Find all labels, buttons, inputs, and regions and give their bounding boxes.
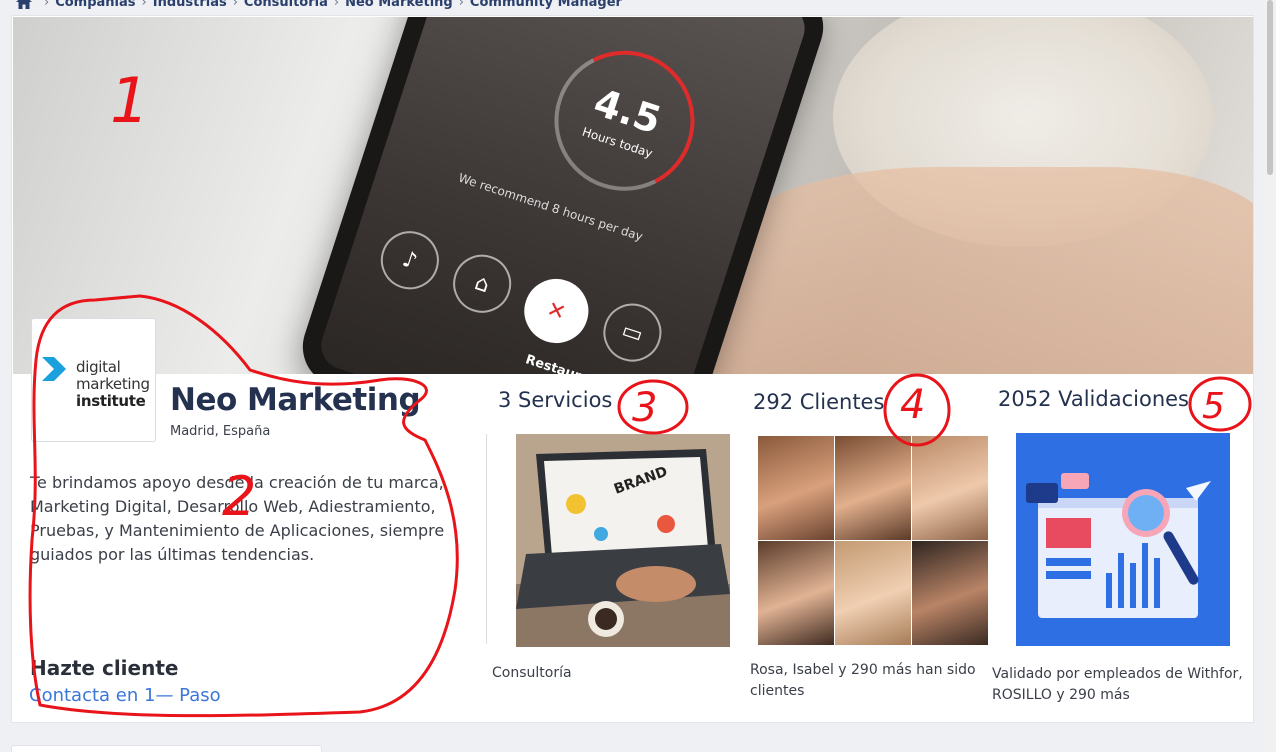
company-location: Madrid, España (170, 424, 271, 439)
breadcrumb-label[interactable]: Neo Marketing (345, 0, 453, 10)
tv-icon: ▭ (595, 296, 669, 370)
cover-hand (713, 167, 1253, 374)
phone-app-icons: ♪ ⌂ ✕ ▭ (371, 223, 669, 374)
company-description: Te brindamos apoyo desde la creación de … (30, 473, 445, 564)
laptop-illustration: BRAND (516, 434, 730, 647)
cta-title: Hazte cliente (30, 656, 179, 680)
validations-image[interactable] (1016, 433, 1230, 646)
company-logo: digital marketing institute (31, 318, 156, 442)
client-photo (758, 541, 834, 645)
logo-line-3: institute (76, 392, 146, 410)
cover-image: 4.5 Hours today We recommend 8 hours per… (13, 17, 1253, 374)
breadcrumb-item-consultoria[interactable]: › Consultoría (227, 0, 328, 10)
divider (486, 434, 487, 644)
analytics-illustration (1016, 433, 1230, 646)
chevron-right-icon: › (141, 0, 147, 10)
phone-progress-ring: 4.5 Hours today (536, 32, 713, 209)
services-image[interactable]: BRAND (516, 434, 730, 647)
clients-caption: Rosa, Isabel y 290 más han sido clientes (750, 662, 976, 699)
music-icon: ♪ (373, 223, 447, 297)
client-photo (835, 436, 911, 540)
services-title[interactable]: 3 Servicios (498, 388, 612, 412)
company-name: Neo Marketing (170, 382, 421, 418)
scrollbar-thumb[interactable] (1267, 0, 1273, 175)
chevron-right-icon: › (232, 0, 238, 10)
page-scrollbar[interactable] (1264, 0, 1276, 752)
breadcrumb-item-companias[interactable]: › Compañías (38, 0, 136, 10)
clients-image[interactable] (758, 436, 988, 645)
logo-line-2: marketing (76, 375, 150, 393)
breadcrumb-label[interactable]: Compañías (55, 0, 135, 10)
chevron-right-icon: › (333, 0, 340, 10)
next-card-edge (11, 745, 322, 752)
activity-icon: ⌂ (445, 247, 519, 321)
client-photo (835, 541, 911, 645)
home-icon[interactable] (16, 0, 32, 9)
breadcrumb-item-neo-marketing[interactable]: › Neo Marketing (328, 0, 453, 10)
chevron-right-icon: › (44, 0, 50, 10)
client-photo (758, 436, 834, 540)
restaurant-icon: ✕ (516, 270, 597, 352)
breadcrumb-label[interactable]: Consultoría (244, 0, 328, 10)
breadcrumb-label[interactable]: Community Manager (470, 0, 622, 10)
logo-line-1: digital (76, 358, 121, 376)
client-photo (912, 436, 988, 540)
clients-title[interactable]: 292 Clientes (753, 390, 884, 414)
chevron-right-icon: › (458, 0, 464, 10)
client-photo (912, 541, 988, 645)
logo-text: digital marketing institute (76, 359, 150, 410)
breadcrumb-item-industrias[interactable]: › Industrias (136, 0, 227, 10)
validations-title[interactable]: 2052 Validaciones (998, 387, 1189, 411)
logo-chevron-icon (42, 357, 66, 381)
contact-link[interactable]: Contacta en 1— Paso (29, 685, 221, 706)
breadcrumb-item-community-manager[interactable]: › Community Manager (453, 0, 622, 10)
services-caption: Consultoría (492, 665, 572, 681)
breadcrumb-label[interactable]: Industrias (153, 0, 227, 10)
company-card: 4.5 Hours today We recommend 8 hours per… (11, 15, 1254, 723)
breadcrumb: › Compañías › Industrias › Consultoría › Neo… (16, 0, 622, 10)
validations-caption: Validado por empleados de Withfor, ROSIL… (992, 666, 1243, 703)
